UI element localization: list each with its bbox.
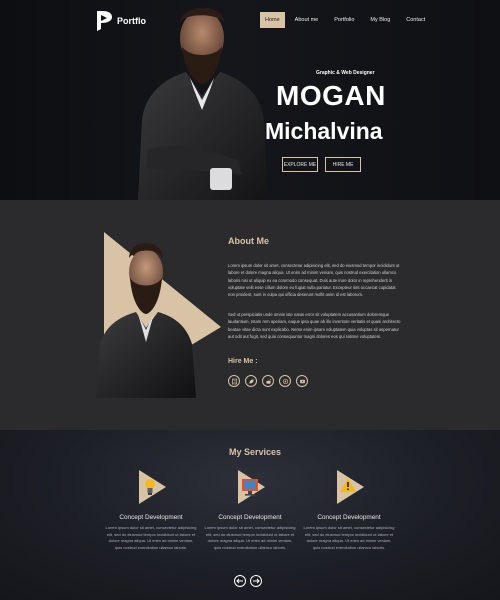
nav-item-portfolio[interactable]: Portfolio xyxy=(328,12,360,28)
logo-icon xyxy=(97,11,112,31)
freelancer-icon[interactable] xyxy=(228,375,240,387)
social-links xyxy=(228,375,308,387)
carousel-controls xyxy=(234,575,262,587)
hero-section: Portflo Home About me Portfolio My Blog … xyxy=(0,0,500,200)
arrow-right-icon[interactable] xyxy=(250,575,262,587)
service-card[interactable]: Concept Development Lorem ipsum dolor si… xyxy=(204,470,296,551)
nav-item-contact[interactable]: Contact xyxy=(400,12,431,28)
explore-me-button[interactable]: EXPLORE ME xyxy=(282,157,318,172)
nav-item-blog[interactable]: My Blog xyxy=(364,12,396,28)
about-paragraph-1: Lorem ipsum dolor sit amet, consectetur … xyxy=(228,263,400,298)
hero-portrait-image xyxy=(138,7,268,200)
service-description: Lorem ipsum dolor sit amet, consectetur … xyxy=(204,525,296,550)
hire-me-title: Hire Me : xyxy=(228,358,258,365)
service-description: Lorem ipsum dolor sit amet, consectetur … xyxy=(105,525,197,550)
nav-item-about[interactable]: About me xyxy=(289,12,325,28)
main-nav: Home About me Portfolio My Blog Contact xyxy=(260,12,435,28)
hire-me-button[interactable]: HIRE ME xyxy=(325,157,361,172)
service-name: Concept Development xyxy=(218,514,282,521)
about-title: About Me xyxy=(228,236,269,246)
service-card[interactable]: Concept Development Lorem ipsum dolor si… xyxy=(303,470,395,551)
service-description: Lorem ipsum dolor sit amet, consectetur … xyxy=(303,525,395,550)
lightbulb-icon xyxy=(139,470,166,504)
hero-name-last: Michalvina xyxy=(265,118,383,144)
hero-subtitle: Graphic & Web Designer xyxy=(316,70,375,76)
reddit-icon[interactable] xyxy=(262,375,274,387)
hero-name-first: MOGAN xyxy=(276,80,386,111)
leaf-icon[interactable] xyxy=(245,375,257,387)
youtube-icon[interactable] xyxy=(296,375,308,387)
about-paragraph-2: Sed ut perspiciatis unde omnis iste natu… xyxy=(228,312,401,339)
portfolio-page: Portflo Home About me Portfolio My Blog … xyxy=(0,0,500,600)
services-title: My Services xyxy=(229,447,282,457)
service-name: Concept Development xyxy=(317,514,381,521)
monitor-icon xyxy=(238,470,265,504)
about-portrait-image xyxy=(96,232,221,398)
arrow-left-icon[interactable] xyxy=(234,575,246,587)
service-card[interactable]: Concept Development Lorem ipsum dolor si… xyxy=(105,470,197,551)
at-icon[interactable] xyxy=(279,375,291,387)
service-name: Concept Development xyxy=(119,514,183,521)
warning-icon xyxy=(337,470,364,504)
